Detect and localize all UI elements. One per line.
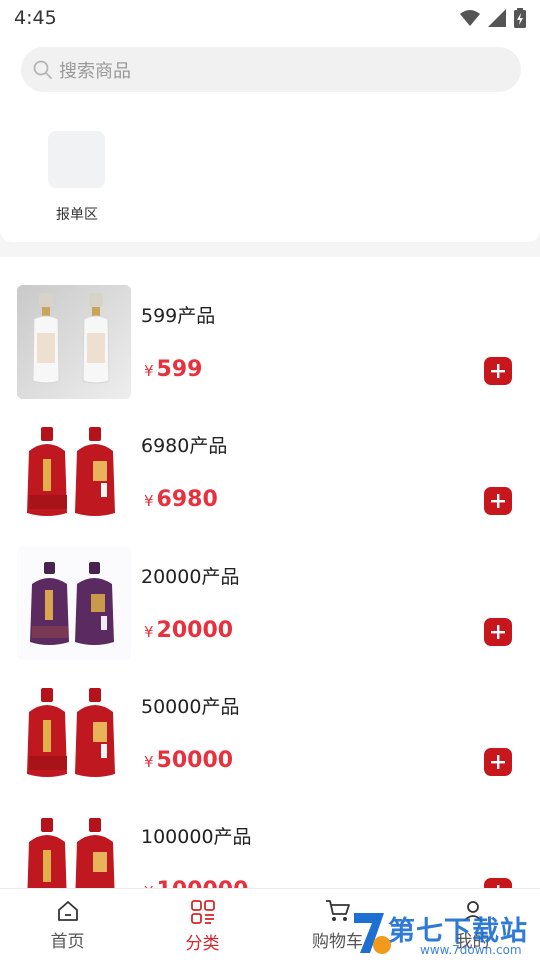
product-name: 50000产品	[141, 696, 240, 718]
product-image	[17, 415, 131, 529]
search-placeholder: 搜索商品	[59, 60, 131, 82]
product-price: ¥599	[144, 357, 202, 382]
plus-icon	[491, 625, 505, 639]
home-icon	[57, 901, 78, 921]
product-name: 20000产品	[141, 566, 240, 588]
product-image	[17, 546, 131, 660]
add-to-cart-button[interactable]	[484, 357, 512, 385]
product-price: ¥20000	[144, 618, 233, 643]
status-icons	[460, 8, 526, 28]
product-price: ¥6980	[144, 487, 218, 512]
category-label: 报单区	[56, 207, 98, 223]
price-value: 100000	[157, 878, 249, 888]
plus-icon	[491, 364, 505, 378]
plus-icon	[491, 755, 505, 769]
price-value: 50000	[156, 748, 234, 773]
signal-icon	[488, 9, 506, 27]
product-price: ¥100000	[144, 878, 248, 888]
tab-label: 我的	[455, 932, 490, 952]
tab-profile[interactable]: 我的	[405, 889, 540, 960]
product-list[interactable]: 599产品 ¥599 6980产品 ¥ 6980 20000产品 ¥ 20000…	[0, 257, 540, 888]
user-icon	[462, 901, 483, 922]
app-screen: 4:45 搜索商品 报单区 599产品 ¥ 599 6980产品 ¥ 6980 …	[0, 0, 540, 960]
add-to-cart-button[interactable]	[484, 618, 512, 646]
price-value: 6980	[156, 487, 218, 512]
category-icon	[190, 900, 215, 924]
currency-symbol: ¥	[144, 492, 154, 510]
search-icon	[33, 60, 52, 79]
tab-label: 购物车	[312, 932, 363, 952]
currency-symbol: ¥	[144, 753, 154, 771]
product-item[interactable]: 599产品 ¥599	[0, 257, 540, 399]
tab-category[interactable]: 分类	[135, 889, 270, 960]
product-image	[17, 676, 131, 790]
product-name: 100000产品	[141, 826, 252, 848]
add-to-cart-button[interactable]	[484, 487, 512, 515]
add-to-cart-button[interactable]	[484, 878, 512, 888]
price-value: 599	[156, 357, 203, 382]
category-image	[48, 131, 105, 188]
status-bar: 4:45	[0, 0, 540, 36]
product-item[interactable]: 100000产品 ¥100000	[0, 778, 540, 888]
status-time: 4:45	[14, 7, 57, 29]
tab-home[interactable]: 首页	[0, 889, 135, 960]
battery-icon	[514, 8, 526, 28]
bottom-tab-bar: 首页 分类 购物车 我的	[0, 888, 540, 960]
tab-cart[interactable]: 购物车	[270, 889, 405, 960]
product-image	[17, 806, 131, 888]
tab-label: 分类	[185, 934, 220, 954]
product-name: 599产品	[141, 305, 216, 327]
tab-label: 首页	[50, 932, 85, 952]
product-item[interactable]: 6980产品 ¥6980	[0, 387, 540, 529]
category-item[interactable]: 报单区	[48, 131, 106, 224]
product-item[interactable]: 50000产品 ¥50000	[0, 648, 540, 790]
product-item[interactable]: 20000产品 ¥20000	[0, 518, 540, 660]
top-card: 搜索商品 报单区	[0, 36, 540, 242]
currency-symbol: ¥	[144, 623, 154, 641]
search-input[interactable]: 搜索商品	[21, 47, 521, 92]
price-value: 20000	[156, 618, 234, 643]
product-name: 6980产品	[141, 435, 228, 457]
wifi-icon	[460, 10, 480, 26]
currency-symbol: ¥	[144, 362, 154, 380]
cart-icon	[325, 900, 350, 921]
plus-icon	[491, 494, 505, 508]
product-image	[17, 285, 131, 399]
add-to-cart-button[interactable]	[484, 748, 512, 776]
product-price: ¥50000	[144, 748, 233, 773]
